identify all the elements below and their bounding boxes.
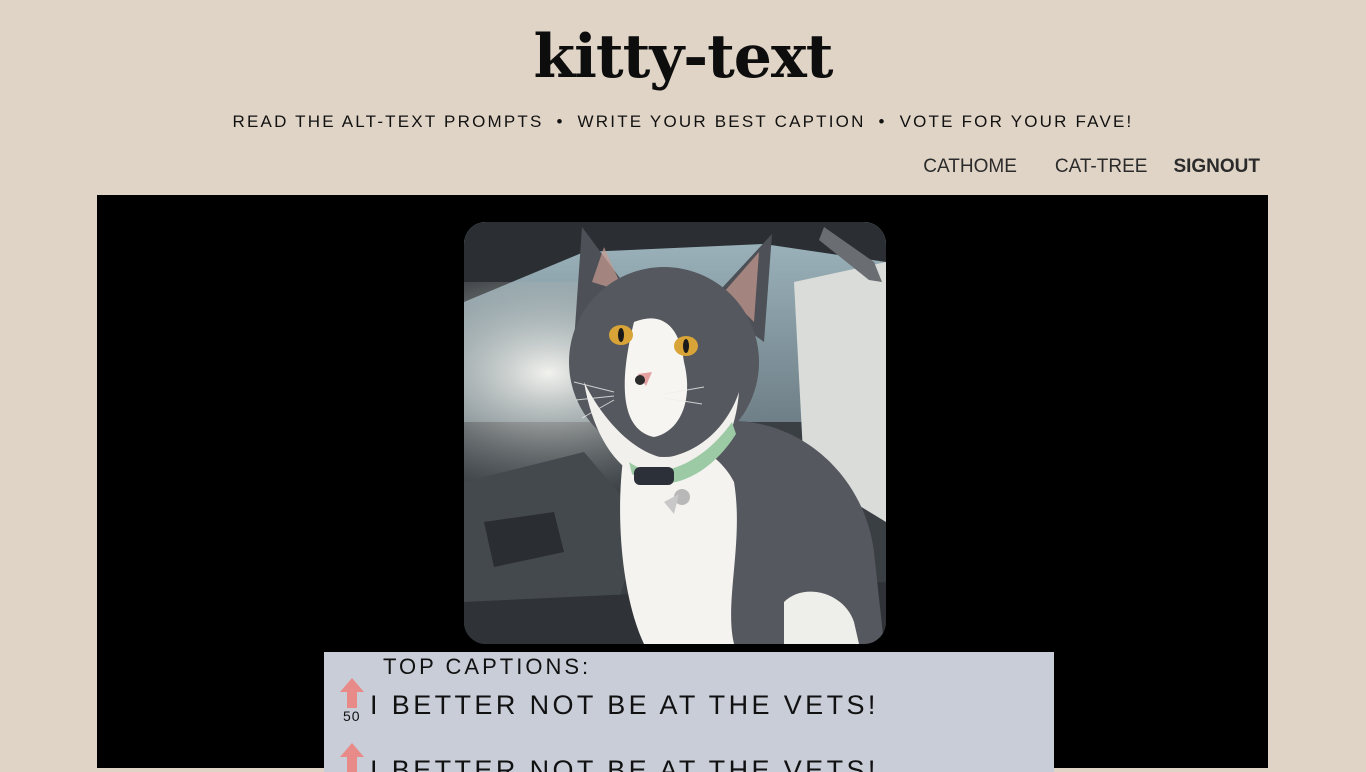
upvote-arrow-icon[interactable]: [340, 678, 364, 708]
vote-count: 50: [343, 708, 361, 724]
nav-cathome-link[interactable]: CATHOME: [923, 156, 1017, 178]
main-nav: CATHOME CAT-TREE SIGNOUT: [923, 156, 1260, 178]
nav-signout-link[interactable]: SIGNOUT: [1173, 156, 1260, 178]
caption-row: 50 I BETTER NOT BE AT THE VETS!: [340, 678, 1040, 738]
caption-text: I BETTER NOT BE AT THE VETS!: [370, 690, 879, 720]
cat-photo: [464, 222, 886, 644]
tagline: READ THE ALT-TEXT PROMPTS • WRITE YOUR B…: [0, 112, 1366, 132]
top-captions-panel: TOP CAPTIONS: 50 I BETTER NOT BE AT THE …: [324, 652, 1054, 772]
tagline-vote: VOTE FOR YOUR FAVE!: [899, 112, 1134, 131]
tagline-read: READ THE ALT-TEXT PROMPTS: [232, 112, 544, 131]
site-title: kitty-text: [533, 22, 834, 92]
tagline-separator: •: [878, 112, 887, 131]
photo-stage: TOP CAPTIONS: 50 I BETTER NOT BE AT THE …: [97, 195, 1268, 772]
top-captions-heading: TOP CAPTIONS:: [383, 654, 592, 679]
nav-cat-tree-link[interactable]: CAT-TREE: [1055, 156, 1148, 178]
caption-text: I BETTER NOT BE AT THE VETS!: [370, 755, 879, 772]
tagline-write: WRITE YOUR BEST CAPTION: [577, 112, 866, 131]
tagline-separator: •: [556, 112, 565, 131]
